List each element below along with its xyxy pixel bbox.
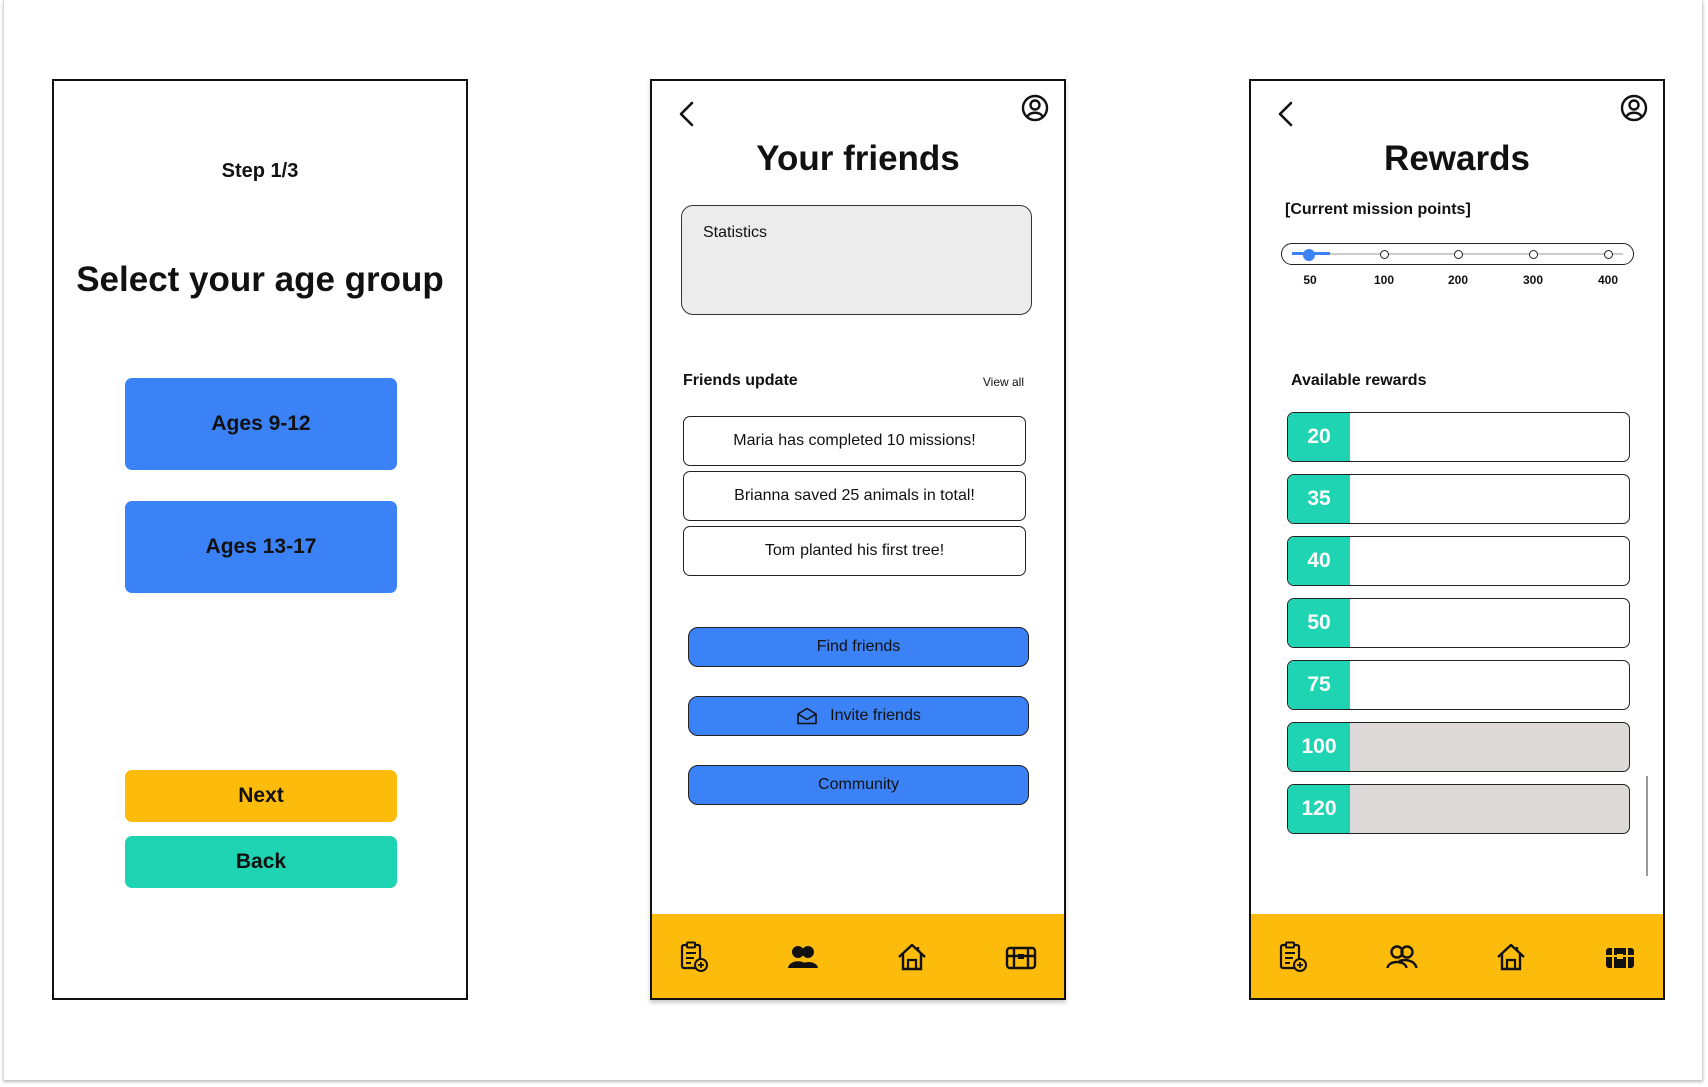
slider-step-dot [1604,250,1613,259]
profile-icon[interactable] [1619,93,1649,123]
reward-item[interactable]: 35 [1287,474,1630,524]
slider-step-dot [1454,250,1463,259]
mail-icon [797,707,817,725]
friend-update-item[interactable]: Tom planted his first tree! [683,526,1026,576]
page-title: Your friends [756,139,960,178]
reward-points-badge: 35 [1288,475,1350,523]
friend-update-item[interactable]: Brianna saved 25 animals in total! [683,471,1026,521]
canvas: Step 1/3 Select your age group Ages 9-12… [3,0,1703,1080]
reward-points-badge: 120 [1288,785,1350,833]
friend-name: Brianna [734,487,790,504]
reward-points-badge: 100 [1288,723,1350,771]
reward-item[interactable]: 40 [1287,536,1630,586]
friends-icon[interactable] [1385,940,1419,974]
reward-item[interactable]: 75 [1287,660,1630,710]
step-indicator: Step 1/3 [221,160,299,182]
friend-update-text: planted his first tree! [800,542,945,559]
clipboard-add-icon[interactable] [1276,940,1310,974]
reward-points-badge: 75 [1288,661,1350,709]
slider-tick-label: 200 [1447,273,1469,287]
friend-update-text: has completed 10 missions! [778,432,976,449]
friend-update-item[interactable]: Maria has completed 10 missions! [683,416,1026,466]
invite-friends-label: Invite friends [830,707,921,724]
slider-knob[interactable] [1303,249,1315,261]
profile-icon[interactable] [1020,93,1050,123]
back-chevron-icon[interactable] [672,99,702,129]
reward-item[interactable]: 50 [1287,598,1630,648]
bottom-nav [652,914,1064,998]
friend-name: Tom [764,542,796,559]
reward-points-badge: 40 [1288,537,1350,585]
next-button[interactable]: Next [125,770,397,822]
slider-tick-label: 50 [1303,273,1317,287]
slider-step-dot [1380,250,1389,259]
available-rewards-heading: Available rewards [1291,372,1427,389]
slider-tick-label: 300 [1522,273,1544,287]
scrollbar[interactable] [1646,776,1648,876]
mission-points-slider[interactable] [1281,243,1634,265]
friends-update-heading: Friends update [683,372,798,389]
view-all-link[interactable]: View all [983,375,1024,389]
treasure-chest-icon[interactable] [1004,940,1038,974]
statistics-panel: Statistics [681,205,1032,315]
friends-screen: Your friends Statistics Friends update V… [650,79,1066,1000]
reward-item-locked[interactable]: 120 [1287,784,1630,834]
home-icon[interactable] [895,940,929,974]
friend-name: Maria [733,432,774,449]
reward-points-badge: 20 [1288,413,1350,461]
friend-update-text: saved 25 animals in total! [794,487,975,504]
statistics-label: Statistics [703,224,768,241]
reward-points-badge: 50 [1288,599,1350,647]
reward-item[interactable]: 20 [1287,412,1630,462]
page-title: Select your age group [76,260,444,299]
friends-icon[interactable] [786,940,820,974]
community-label: Community [818,776,899,793]
age-select-screen: Step 1/3 Select your age group Ages 9-12… [52,79,468,1000]
find-friends-button[interactable]: Find friends [688,627,1029,667]
age-13-17-button[interactable]: Ages 13-17 [125,501,397,593]
invite-friends-button[interactable]: Invite friends [688,696,1029,736]
mission-points-label: [Current mission points] [1285,201,1471,218]
age-9-12-button[interactable]: Ages 9-12 [125,378,397,470]
back-button[interactable]: Back [125,836,397,888]
slider-step-dot [1529,250,1538,259]
slider-tick-label: 400 [1597,273,1619,287]
rewards-screen: Rewards [Current mission points] 50 100 … [1249,79,1665,1000]
reward-item-locked[interactable]: 100 [1287,722,1630,772]
bottom-nav [1251,914,1663,998]
treasure-chest-icon[interactable] [1603,940,1637,974]
back-chevron-icon[interactable] [1271,99,1301,129]
community-button[interactable]: Community [688,765,1029,805]
clipboard-add-icon[interactable] [677,940,711,974]
slider-tick-label: 100 [1373,273,1395,287]
page-title: Rewards [1384,139,1530,178]
find-friends-label: Find friends [816,638,901,655]
home-icon[interactable] [1494,940,1528,974]
